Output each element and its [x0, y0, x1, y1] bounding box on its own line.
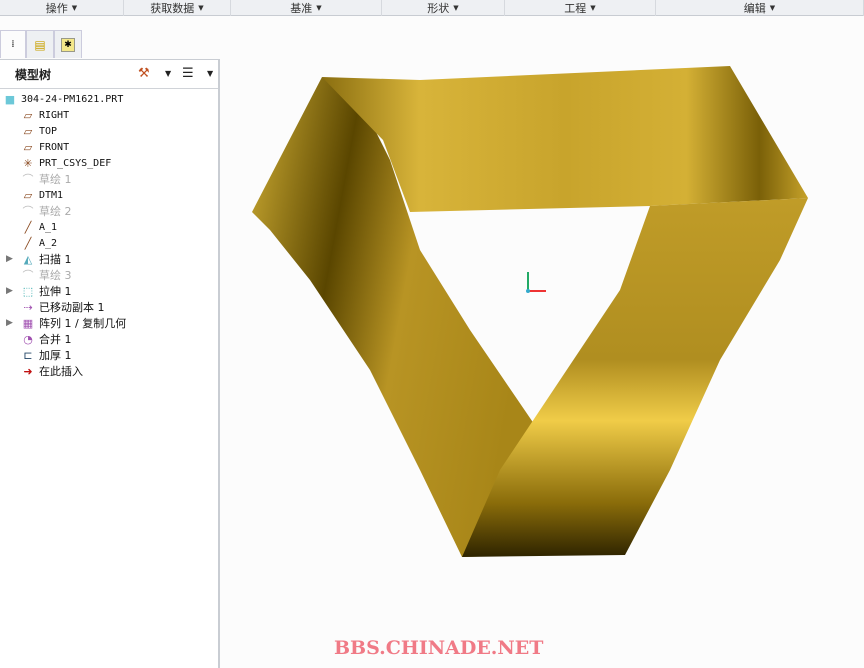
tree-item[interactable]: ▶ ⬚ 拉伸 1: [0, 283, 218, 299]
chevron-down-icon: ▼: [769, 3, 776, 12]
watermark: BBS.CHINADE.NET: [334, 637, 544, 659]
insert-here-icon: ➜: [23, 364, 33, 378]
datum-plane-icon: ▱: [23, 140, 33, 154]
menu-group-5[interactable]: 编辑 ▼: [656, 0, 864, 16]
menu-group-0[interactable]: 操作 ▼: [0, 0, 124, 16]
tree-item[interactable]: ⊏ 加厚 1: [0, 347, 218, 363]
tree-item[interactable]: ╱ A_1: [0, 219, 218, 235]
part-icon: ■: [4, 92, 16, 106]
merge-icon: ◔: [23, 332, 33, 346]
coordinate-system-icon: ✳: [23, 156, 33, 170]
folders-icon: ▤: [34, 37, 46, 52]
expand-arrow-icon[interactable]: ▶: [6, 254, 13, 264]
chevron-down-icon: ▼: [453, 3, 459, 12]
tree-item[interactable]: ■ 304-24-PM1621.PRT: [0, 91, 218, 107]
tab-folder-browser[interactable]: ▤: [26, 30, 54, 58]
chevron-down-icon: ▼: [71, 3, 78, 12]
tree-item[interactable]: ⌒ 草绘 3: [0, 267, 218, 283]
tree-item-label: A_2: [39, 237, 58, 249]
tree-item-label: 合并 1: [39, 333, 72, 346]
sketch-icon: ⌒: [22, 173, 34, 186]
chevron-down-icon[interactable]: ▼: [165, 69, 171, 78]
menu-label: 基准: [290, 1, 313, 15]
navigator-tabs: ⁞ ▤ ✱: [0, 30, 82, 58]
tree-item-label: PRT_CSYS_DEF: [39, 157, 112, 169]
tree-item-label: RIGHT: [39, 109, 70, 121]
tree-item-label: 已移动副本 1: [39, 301, 105, 314]
tree-item-label: DTM1: [39, 189, 64, 201]
menu-group-1[interactable]: 获取数据 ▼: [124, 0, 231, 16]
tree-item-label: 304-24-PM1621.PRT: [21, 93, 124, 105]
graphics-viewport[interactable]: [222, 60, 864, 668]
chevron-down-icon: ▼: [590, 3, 596, 12]
menu-group-3[interactable]: 形状 ▼: [382, 0, 505, 16]
sketch-icon: ⌒: [22, 269, 34, 282]
datum-plane-icon: ▱: [23, 124, 33, 138]
model-tree-panel: 模型树 ⚒ ▼ ☰ ▼ ■ 304-24-PM1621.PRT ▱ RIGHT ▱ TOP…: [0, 59, 220, 668]
tree-item[interactable]: ╱ A_2: [0, 235, 218, 251]
datum-axis-icon: ╱: [24, 236, 32, 250]
tree-item-label: 加厚 1: [39, 349, 72, 362]
menu-label: 操作: [45, 1, 68, 15]
tree-icon: ⁞: [11, 39, 15, 50]
settings-tools-icon[interactable]: ⚒: [138, 66, 150, 81]
chevron-down-icon: ▼: [316, 3, 322, 12]
tree-item[interactable]: ▱ RIGHT: [0, 107, 218, 123]
model-tree-title: 模型树: [15, 67, 52, 82]
tree-item-label: 草绘 1: [39, 173, 72, 186]
tree-item-label: 阵列 1 / 复制几何: [39, 317, 127, 330]
tree-item-label: FRONT: [39, 141, 70, 153]
tree-item[interactable]: ▱ TOP: [0, 123, 218, 139]
tree-item-label: A_1: [39, 221, 58, 233]
tree-item[interactable]: ⇢ 已移动副本 1: [0, 299, 218, 315]
datum-plane-icon: ▱: [23, 108, 33, 122]
menu-label: 获取数据: [150, 1, 195, 15]
tab-model-tree[interactable]: ⁞: [0, 30, 26, 58]
tree-item-label: 扫描 1: [39, 253, 72, 266]
tree-item[interactable]: ✳ PRT_CSYS_DEF: [0, 155, 218, 171]
tree-item[interactable]: ▶ ◭ 扫描 1: [0, 251, 218, 267]
menu-label: 工程: [564, 1, 587, 15]
tree-item[interactable]: ▱ FRONT: [0, 139, 218, 155]
ribbon-group-bar: 操作 ▼ 获取数据 ▼ 基准 ▼ 形状 ▼ 工程 ▼ 编辑 ▼: [0, 0, 864, 16]
tree-item[interactable]: ▱ DTM1: [0, 187, 218, 203]
tree-item[interactable]: ◔ 合并 1: [0, 331, 218, 347]
pattern-icon: ▦: [22, 316, 34, 330]
moved-copy-icon: ⇢: [23, 300, 33, 314]
tree-item[interactable]: ➜ 在此插入: [0, 363, 218, 379]
tree-item-label: TOP: [39, 125, 58, 137]
thicken-icon: ⊏: [23, 348, 33, 362]
menu-label: 形状: [427, 1, 450, 15]
tree-item-label: 在此插入: [39, 365, 83, 378]
tab-favorites[interactable]: ✱: [54, 30, 82, 58]
tree-item[interactable]: ⌒ 草绘 2: [0, 203, 218, 219]
sketch-icon: ⌒: [22, 205, 34, 218]
menu-group-4[interactable]: 工程 ▼: [505, 0, 656, 16]
chevron-down-icon: ▼: [198, 3, 204, 12]
tree-item-label: 草绘 2: [39, 205, 72, 218]
datum-plane-icon: ▱: [23, 188, 33, 202]
extrude-icon: ⬚: [22, 284, 34, 298]
menu-group-2[interactable]: 基准 ▼: [231, 0, 382, 16]
menu-label: 编辑: [743, 1, 766, 15]
tree-item-label: 草绘 3: [39, 269, 72, 282]
show-list-icon[interactable]: ☰: [182, 66, 194, 81]
expand-arrow-icon[interactable]: ▶: [6, 318, 13, 328]
coordinate-triad: [526, 272, 546, 293]
sweep-icon: ◭: [23, 252, 33, 266]
tree-item[interactable]: ▶ ▦ 阵列 1 / 复制几何: [0, 315, 218, 331]
favorites-icon: ✱: [61, 37, 75, 52]
tree-item-label: 拉伸 1: [39, 285, 72, 298]
model-tree-header: 模型树 ⚒ ▼ ☰ ▼: [0, 60, 218, 89]
chevron-down-icon[interactable]: ▼: [207, 69, 213, 78]
datum-axis-icon: ╱: [24, 220, 32, 234]
tree-item[interactable]: ⌒ 草绘 1: [0, 171, 218, 187]
expand-arrow-icon[interactable]: ▶: [6, 286, 13, 296]
band-right-segment: [462, 198, 808, 557]
